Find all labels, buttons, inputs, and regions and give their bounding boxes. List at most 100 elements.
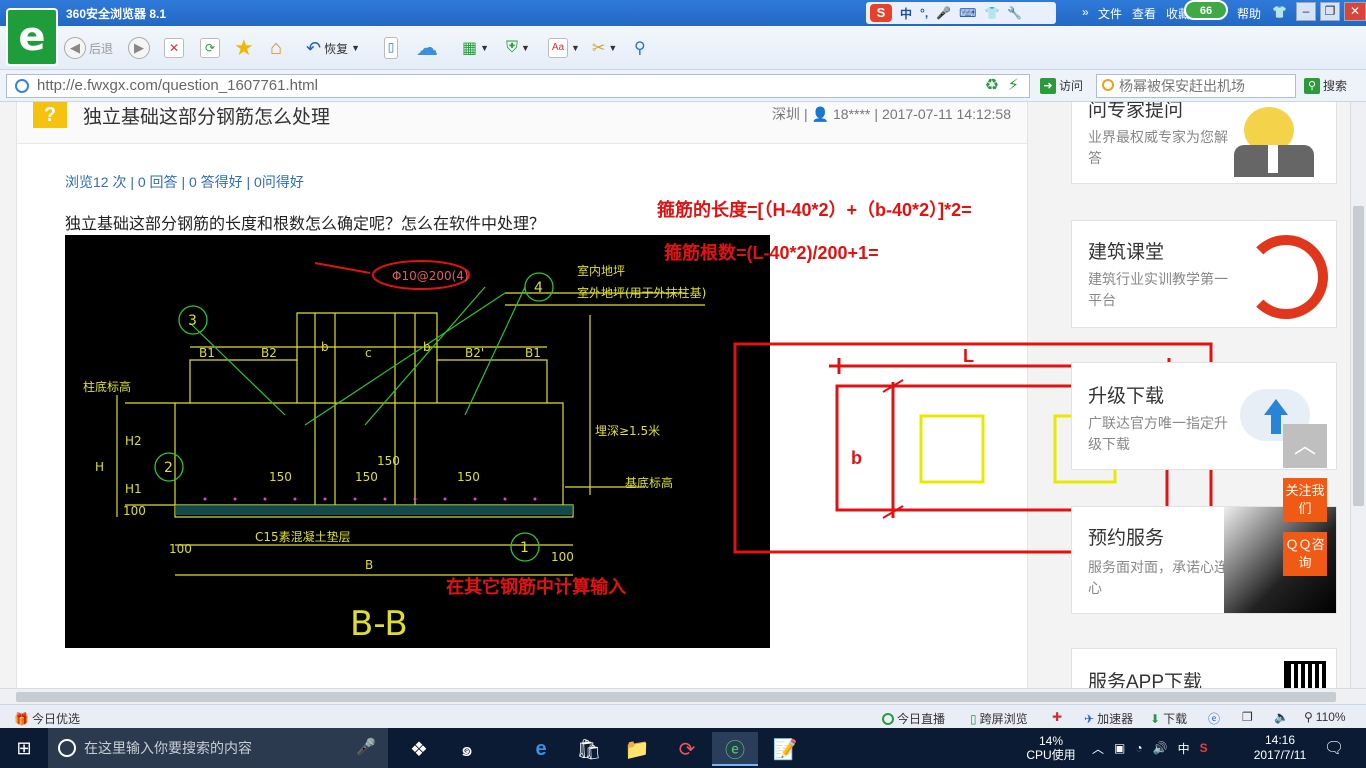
microphone-icon[interactable]: 🎤 <box>936 6 951 20</box>
notification-icon[interactable]: 🗨 <box>1324 728 1344 768</box>
visit-button[interactable]: ➜ 访问 <box>1040 77 1083 94</box>
network-icon[interactable]: ▣ <box>1114 741 1125 755</box>
search-engine-icon <box>1102 79 1114 91</box>
home-button[interactable]: ⌂ <box>270 36 282 60</box>
sogou-icon[interactable]: S <box>1200 741 1208 755</box>
menu-view[interactable]: 查看 <box>1132 5 1156 22</box>
restore-button[interactable]: ↶ 恢复 ▼ <box>306 36 360 60</box>
window-icon[interactable]: ❐ <box>1242 710 1253 724</box>
cad-label-H2: H2 <box>125 434 142 448</box>
browser-360-icon[interactable]: ⓔ <box>712 732 758 766</box>
zoom-control[interactable]: ⚲ 110% <box>1304 710 1346 724</box>
url-input[interactable]: http://e.fwxgx.com/question_1607761.html… <box>6 74 1030 98</box>
maximize-button[interactable]: ❐ <box>1320 2 1340 21</box>
favorite-button[interactable]: ★ <box>234 35 254 60</box>
magnifier-icon: ⚲ <box>1304 710 1313 724</box>
volume-icon[interactable]: 🔈 <box>1274 710 1289 724</box>
browser-title-bar: 360安全浏览器 8.1 S 中 °, 🎤 ⌨ 👕 🔧 » 文件 查看 收藏 6… <box>0 0 1366 26</box>
app-swirl-icon[interactable]: ๑ <box>444 732 490 766</box>
classroom-logo-icon <box>1244 235 1328 319</box>
browser-toolbar: ◀ 后退 ▶ ✕ ⟳ ★ ⌂ ↶ 恢复 ▼ ▯ ☁ ▦ ▼ ⛨ ▼ Aa ▼ ✂… <box>0 26 1366 70</box>
download-icon: ⬇ <box>1150 711 1161 726</box>
cad-label-150-a: 150 <box>269 470 292 484</box>
cpu-label: CPU使用 <box>1026 748 1076 762</box>
today-picks[interactable]: 🎁 今日优选 <box>14 710 80 727</box>
wifi-icon[interactable]: ◔ <box>1135 741 1142 755</box>
chevron-up-icon[interactable]: ︿ <box>1092 740 1104 757</box>
taskbar-search-placeholder: 在这里输入你要搜索的内容 <box>84 740 252 756</box>
wrench-icon[interactable]: 🔧 <box>1007 6 1022 20</box>
card-classroom[interactable]: 建筑课堂 建筑行业实训教学第一平台 <box>1071 220 1337 328</box>
dim-L-label: L <box>963 346 974 366</box>
card-ask-expert[interactable]: 问专家提问 业界最权威专家为您解答 <box>1071 102 1337 184</box>
cloud-button[interactable]: ☁ <box>416 35 438 60</box>
store-icon[interactable]: 🛍 <box>566 732 612 766</box>
ie-mode-icon[interactable]: ⓔ <box>1208 710 1220 727</box>
close-button[interactable]: ✕ <box>1344 2 1366 21</box>
cpu-usage[interactable]: 14% CPU使用 <box>1026 728 1076 768</box>
minimize-button[interactable]: – <box>1296 2 1316 21</box>
cad-label-150-c: 150 <box>377 454 400 468</box>
menu-file[interactable]: 文件 <box>1098 5 1122 22</box>
apps-button[interactable]: ▦ ▼ <box>462 36 489 60</box>
app-red-icon[interactable]: ⟳ <box>664 732 710 766</box>
cad-section-title: B-B <box>350 604 408 644</box>
downloads[interactable]: ⬇ 下载 <box>1150 710 1187 727</box>
notes-icon[interactable]: 📝 <box>762 732 808 766</box>
card-app-download[interactable]: 服务APP下载 <box>1071 648 1337 688</box>
forward-button[interactable]: ▶ <box>128 36 150 60</box>
vertical-scrollbar[interactable] <box>1350 102 1366 688</box>
keyboard-icon[interactable]: ⌨ <box>959 6 976 20</box>
taskbar-search[interactable]: 在这里输入你要搜索的内容 🎤 <box>48 728 388 768</box>
screenshot-button[interactable]: ✂ ▼ <box>592 36 617 60</box>
scroll-thumb[interactable] <box>16 692 1336 702</box>
shirt-icon[interactable]: 👕 <box>984 6 999 20</box>
skin-icon[interactable]: 👕 <box>1272 5 1287 19</box>
clock[interactable]: 14:16 2017/7/11 <box>1250 728 1310 768</box>
cross-screen[interactable]: ▯ 跨屏浏览 <box>970 710 1028 727</box>
translate-button[interactable]: Aa ▼ <box>548 36 580 60</box>
qq-consult-button[interactable]: ＱＱ咨询 <box>1283 532 1327 576</box>
taskview-icon[interactable]: ❖ <box>396 732 442 766</box>
back-label: 后退 <box>89 41 114 56</box>
score-badge[interactable]: 66 <box>1184 0 1228 20</box>
globe-icon <box>15 79 29 93</box>
ime-indicator[interactable]: 中 <box>1178 740 1190 757</box>
horizontal-scrollbar[interactable] <box>0 688 1366 704</box>
refresh-button[interactable]: ⟳ <box>200 36 220 60</box>
accelerator[interactable]: ✈ 加速器 <box>1084 710 1133 727</box>
follow-us-button[interactable]: 关注我们 <box>1283 478 1327 522</box>
question-user[interactable]: 18**** <box>833 106 870 122</box>
back-button[interactable]: ◀ 后退 <box>64 36 113 60</box>
back-to-top-button[interactable]: ︿ <box>1283 424 1327 468</box>
cloud-icon: ☁ <box>416 35 438 60</box>
card-sub: 建筑行业实训教学第一平台 <box>1088 271 1228 308</box>
menu-help[interactable]: 帮助 <box>1237 5 1261 22</box>
file-explorer-icon[interactable]: 📁 <box>614 732 660 766</box>
ime-toolbar[interactable]: S 中 °, 🎤 ⌨ 👕 🔧 <box>866 2 1056 24</box>
microphone-icon[interactable]: 🎤 <box>356 728 376 768</box>
magnifier-icon: ⚲ <box>634 40 646 57</box>
cpu-percent: 14% <box>1038 734 1064 748</box>
edge-icon[interactable]: e <box>518 732 564 766</box>
search-input[interactable]: 杨幂被保安赶出机场 <box>1096 74 1296 98</box>
start-button[interactable]: ⊞ <box>0 728 48 768</box>
ime-mode-label[interactable]: 中 <box>900 5 912 22</box>
recycle-icon[interactable]: ♻ <box>985 75 999 97</box>
ime-punct-label[interactable]: °, <box>920 6 928 20</box>
today-live[interactable]: 今日直播 <box>882 710 945 727</box>
speaker-icon[interactable]: 🔊 <box>1153 741 1168 755</box>
cad-drawing: Φ10@200(4) 3 4 2 1 B1 B2 b c b B2' B1 柱底… <box>83 260 706 644</box>
security-status-icon[interactable]: ✚ <box>1052 710 1062 724</box>
scroll-thumb[interactable] <box>1353 206 1364 506</box>
search-button[interactable]: ⚲ 搜索 <box>1304 77 1347 94</box>
browser-logo-icon[interactable]: e <box>6 8 58 66</box>
lightning-icon[interactable]: ⚡ <box>1008 75 1019 97</box>
find-button[interactable]: ⚲ <box>634 36 646 60</box>
chevron-right-icon[interactable]: » <box>1082 5 1089 19</box>
stop-button[interactable]: ✕ <box>164 36 184 60</box>
clock-time: 14:16 <box>1264 733 1296 747</box>
cortana-icon <box>58 739 76 757</box>
mobile-button[interactable]: ▯ <box>384 36 398 60</box>
security-button[interactable]: ⛨ ▼ <box>506 36 530 60</box>
